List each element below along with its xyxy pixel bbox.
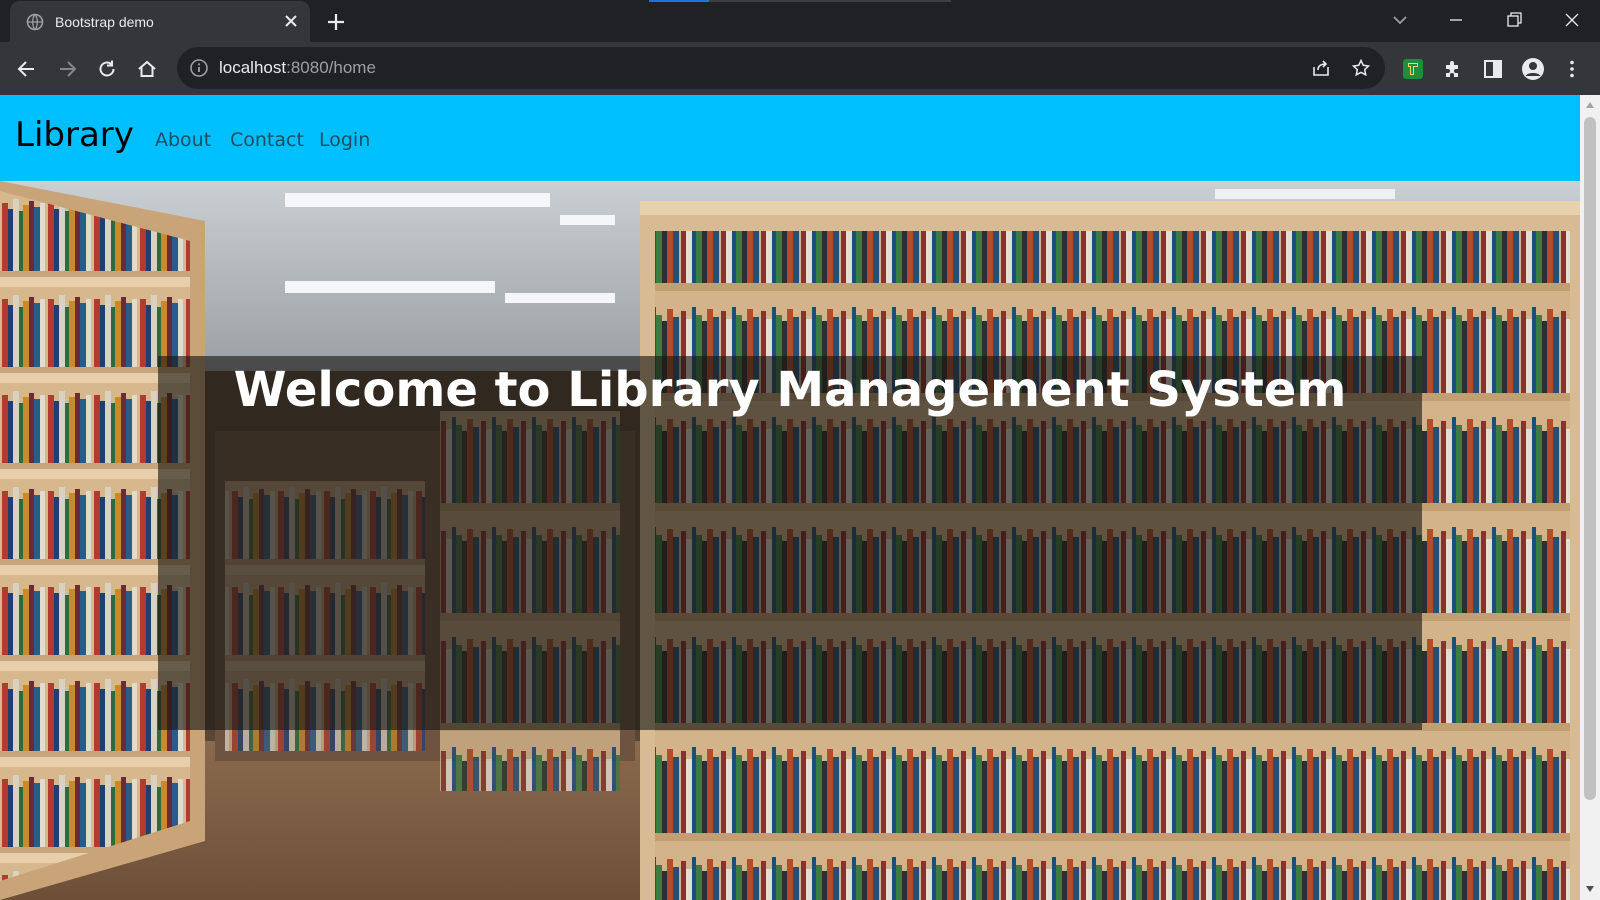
- profile-icon: [1522, 58, 1544, 80]
- navbar-brand[interactable]: Library: [15, 115, 134, 155]
- nav-link-about[interactable]: About: [155, 128, 211, 152]
- hero-overlay: Welcome to Library Management System: [158, 356, 1422, 730]
- hero-heading: Welcome to Library Management System: [233, 362, 1347, 418]
- reload-icon: [99, 60, 115, 77]
- url-text[interactable]: localhost:8080/home: [219, 58, 376, 78]
- share-icon[interactable]: [1311, 58, 1331, 78]
- back-icon: [17, 61, 34, 77]
- browser-tab[interactable]: Bootstrap demo: [10, 1, 310, 42]
- hero-section: Welcome to Library Management System: [0, 181, 1580, 900]
- home-icon: [138, 60, 156, 77]
- back-button[interactable]: [13, 55, 41, 83]
- browser-toolbar: localhost:8080/home: [0, 42, 1600, 95]
- star-icon[interactable]: [1351, 58, 1371, 78]
- globe-icon: [26, 13, 44, 31]
- puzzle-icon: [1446, 61, 1458, 77]
- home-button[interactable]: [133, 55, 161, 83]
- menu-icon: [1570, 60, 1574, 78]
- page-scrollbar[interactable]: [1580, 95, 1600, 900]
- close-icon[interactable]: [281, 11, 301, 31]
- nav-link-login[interactable]: Login: [319, 128, 370, 152]
- close-icon[interactable]: [1560, 8, 1584, 32]
- scroll-down-icon[interactable]: [1585, 885, 1595, 893]
- minimize-icon[interactable]: [1444, 8, 1468, 32]
- sidepanel-icon: [1484, 60, 1502, 78]
- info-icon[interactable]: [189, 58, 209, 78]
- scrollbar-thumb[interactable]: [1584, 117, 1596, 800]
- restore-icon[interactable]: [1502, 8, 1526, 32]
- reload-button[interactable]: [93, 55, 121, 83]
- forward-button[interactable]: [53, 55, 81, 83]
- side-panel-button[interactable]: [1479, 55, 1507, 83]
- nav-link-contact[interactable]: Contact: [230, 128, 304, 152]
- tab-strip: Bootstrap demo: [0, 0, 1600, 42]
- menu-button[interactable]: [1558, 55, 1586, 83]
- url-host: localhost: [219, 58, 287, 77]
- chevron-down-icon[interactable]: [1388, 8, 1412, 32]
- page-viewport: Library About Contact Login Welcome to L…: [0, 95, 1580, 900]
- navbar: Library About Contact Login: [0, 95, 1580, 181]
- url-path: :8080/home: [286, 58, 376, 77]
- tab-title: Bootstrap demo: [55, 14, 154, 30]
- profile-button[interactable]: [1519, 55, 1547, 83]
- scroll-up-icon[interactable]: [1585, 101, 1595, 109]
- forward-icon: [60, 61, 77, 77]
- extensions-button[interactable]: [1439, 55, 1467, 83]
- loading-indicator: [649, 0, 709, 2]
- extension-green-icon: [1403, 59, 1423, 79]
- loading-track: [709, 0, 951, 2]
- address-bar[interactable]: localhost:8080/home: [177, 47, 1385, 89]
- plus-icon[interactable]: [325, 11, 347, 33]
- extension-green-button[interactable]: [1399, 55, 1427, 83]
